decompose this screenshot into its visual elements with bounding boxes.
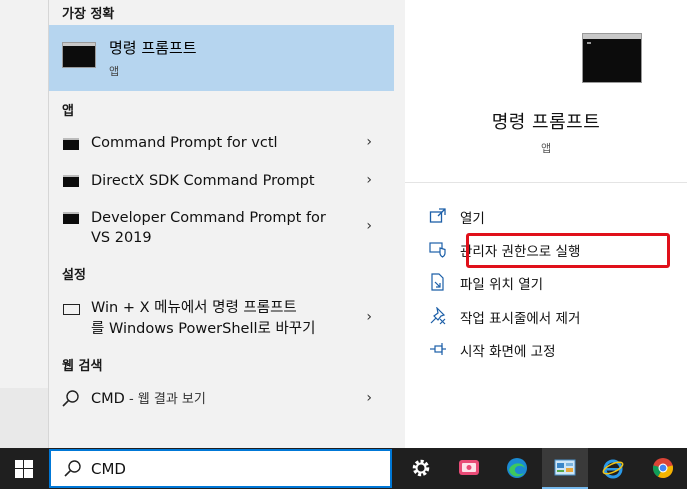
settings-result-label-line1: Win + X 메뉴에서 명령 프롬프트 [91,300,297,316]
chevron-right-icon[interactable]: › [366,172,372,188]
action-label: 시작 화면에 고정 [460,344,556,360]
web-result-label: CMD - 웹 결과 보기 [91,389,206,410]
app-result-label: DirectX SDK Command Prompt [91,173,315,189]
taskbar-search-box[interactable]: CMD [49,449,392,488]
divider [405,182,687,183]
taskbar-settings[interactable] [398,448,444,489]
media-app-icon [459,460,479,475]
command-prompt-icon [62,42,96,68]
file-location-icon [431,273,444,291]
command-prompt-large-icon [582,33,642,83]
web-search-header: 웹 검색 [62,359,103,374]
app-result-label-line2: VS 2019 [91,230,152,246]
taskbar-media-app[interactable] [446,448,492,489]
web-result-cmd[interactable]: CMD - 웹 결과 보기 › [49,387,394,413]
command-prompt-icon [63,212,79,224]
chevron-right-icon[interactable]: › [366,390,372,406]
best-match-title: 명령 프롬프트 [109,39,197,57]
unpin-icon [430,307,446,325]
command-prompt-icon [63,175,79,187]
chevron-right-icon[interactable]: › [366,134,372,150]
start-menu-search-results: 가장 정확 명령 프롬프트 앱 앱 Command Prompt for vct… [48,0,687,448]
desktop-background [0,0,48,448]
windows-start-icon [15,460,33,478]
taskbar-control-panel[interactable] [542,448,588,489]
taskbar-internet-explorer[interactable] [590,448,636,489]
highlight-annotation [466,233,670,268]
chrome-icon [652,458,674,479]
search-icon [64,460,81,477]
start-button[interactable] [0,448,48,489]
chevron-right-icon[interactable]: › [366,218,372,234]
detail-title: 명령 프롬프트 [491,112,601,133]
results-list: 가장 정확 명령 프롬프트 앱 앱 Command Prompt for vct… [49,0,404,448]
best-match-subtitle: 앱 [109,65,120,78]
app-result-directx-sdk-command-prompt[interactable]: DirectX SDK Command Prompt › [49,169,394,195]
taskbar: CMD [0,448,687,489]
action-label: 파일 위치 열기 [460,277,544,293]
pin-icon [430,343,446,355]
best-match-header: 가장 정확 [62,7,115,22]
monitor-icon [63,304,80,315]
settings-header: 설정 [62,268,86,283]
app-result-label-line1: Developer Command Prompt for [91,210,326,226]
edge-icon [507,458,527,478]
detail-subtitle: 앱 [540,142,552,155]
open-icon [429,208,446,223]
search-icon [62,390,79,407]
gear-icon [412,459,430,477]
detail-pane: 명령 프롬프트 앱 열기 관리자 권한으로 실행 파일 위치 열기 작업 표시줄… [405,0,687,448]
chevron-right-icon[interactable]: › [366,309,372,325]
app-result-command-prompt-vctl[interactable]: Command Prompt for vctl › [49,131,394,157]
control-panel-icon [554,459,576,476]
ie-icon [602,459,624,479]
taskbar-chrome[interactable] [640,448,686,489]
best-match-item[interactable]: 명령 프롬프트 앱 [49,25,394,91]
apps-header: 앱 [62,104,74,119]
taskbar-edge[interactable] [494,448,540,489]
web-result-query: CMD [91,391,125,407]
settings-result-label-line2: 를 Windows PowerShell로 바꾸기 [91,321,316,337]
search-input[interactable]: CMD [91,460,126,478]
action-label: 열기 [460,211,485,227]
action-label: 작업 표시줄에서 제거 [460,311,581,327]
web-result-suffix: - 웹 결과 보기 [124,392,206,407]
app-result-developer-command-prompt[interactable]: Developer Command Prompt for VS 2019 › [49,206,394,250]
command-prompt-icon [63,138,79,150]
app-result-label: Command Prompt for vctl [91,135,278,151]
settings-result-powershell-winx[interactable]: Win + X 메뉴에서 명령 프롬프트 를 Windows PowerShel… [49,297,394,341]
shield-icon [429,242,446,258]
